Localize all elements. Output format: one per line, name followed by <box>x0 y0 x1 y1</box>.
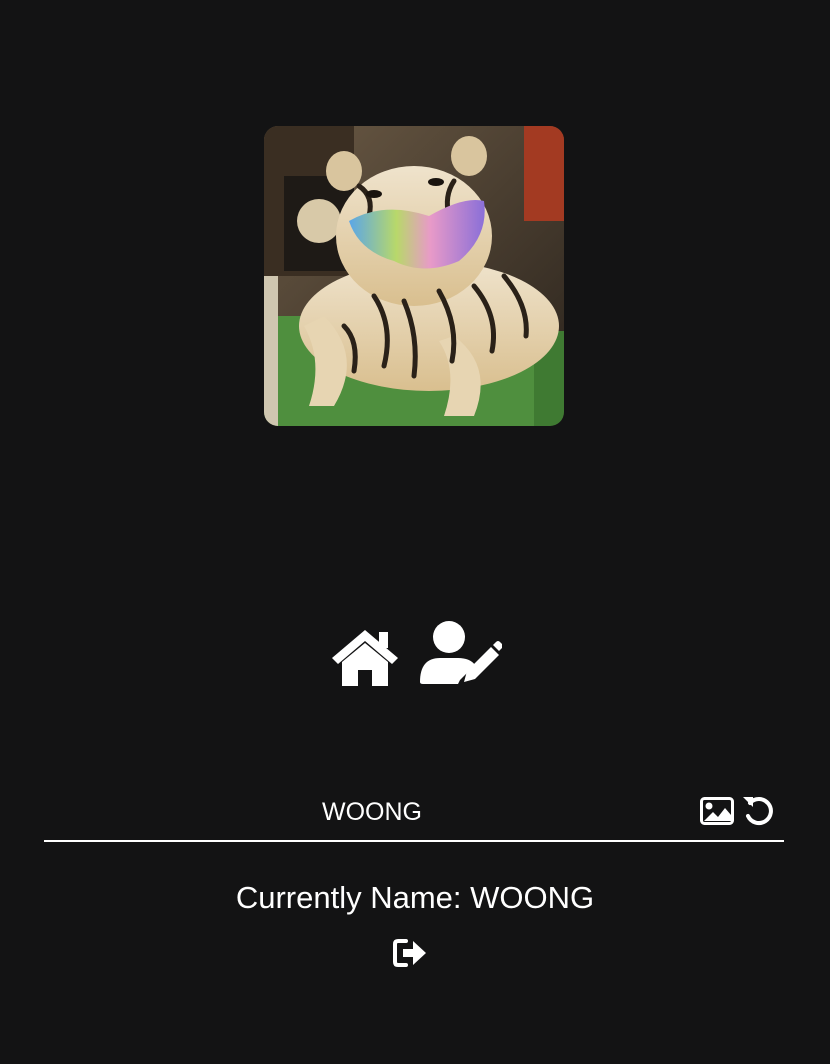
logout-button[interactable] <box>393 938 427 973</box>
sign-out-icon <box>393 939 426 967</box>
current-name-label: Currently Name: <box>235 880 462 915</box>
image-icon <box>700 797 734 825</box>
name-row <box>44 784 784 842</box>
edit-profile-button[interactable] <box>420 620 502 686</box>
home-button[interactable] <box>328 626 402 686</box>
avatar-image <box>264 126 564 426</box>
reset-button[interactable] <box>742 794 776 828</box>
home-icon <box>332 630 398 686</box>
name-row-actions <box>700 794 776 828</box>
user-edit-icon <box>420 621 502 684</box>
current-name-value: WOONG <box>470 880 595 915</box>
current-name-text: Currently Name: WOONG <box>0 880 830 916</box>
nav-bar <box>0 620 830 686</box>
profile-page: Currently Name: WOONG <box>0 0 830 1064</box>
undo-icon <box>743 797 773 826</box>
name-input[interactable] <box>44 794 700 830</box>
avatar[interactable] <box>264 126 564 426</box>
change-photo-button[interactable] <box>700 797 734 825</box>
